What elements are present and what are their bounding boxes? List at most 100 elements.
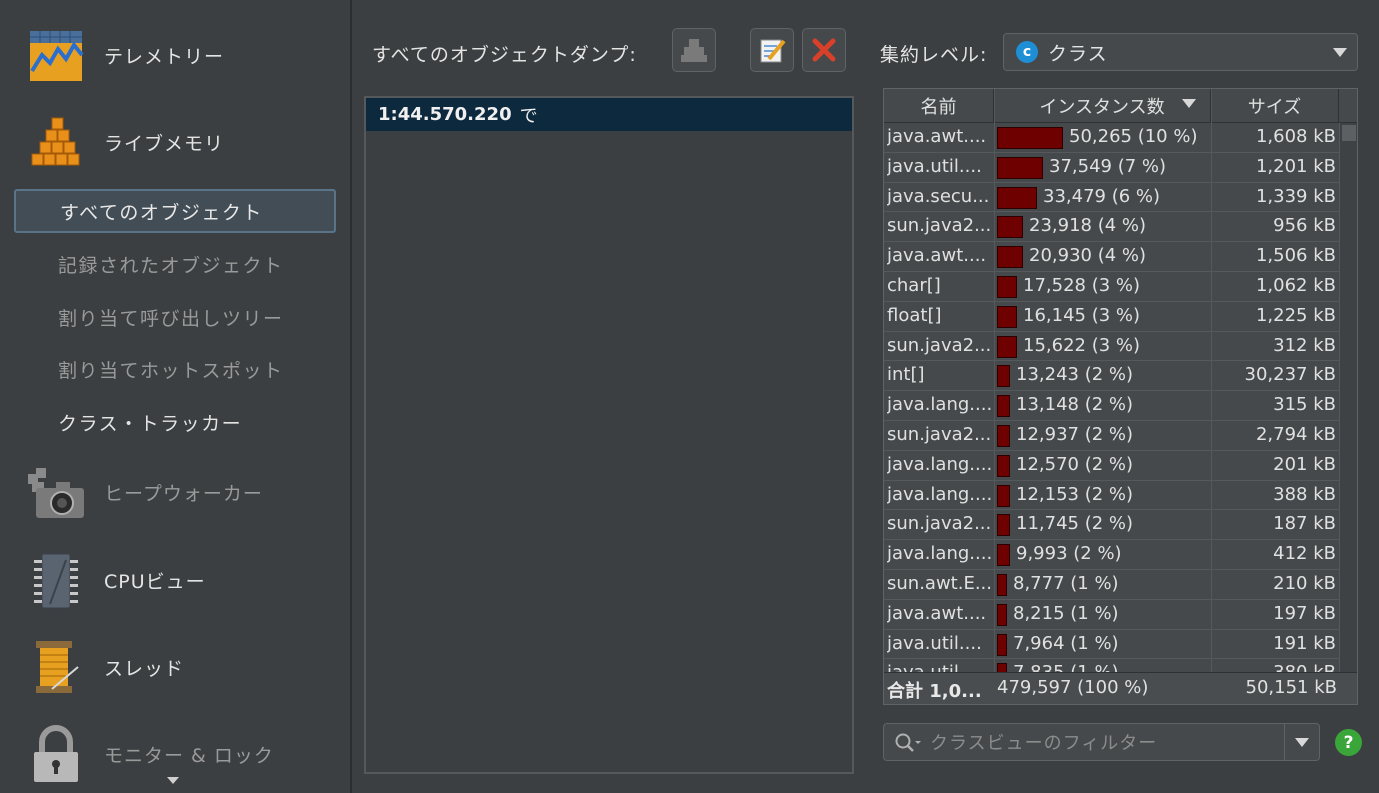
class-name: java.lang.... — [887, 453, 991, 475]
table-row[interactable]: sun.java2... 11,745 (2 %) 187 kB — [884, 510, 1339, 541]
class-table: 名前 インスタンス数 サイズ java.awt.... 50,265 (10 %)… — [883, 88, 1358, 705]
dump-list-item[interactable]: 1:44.570.220 で — [366, 98, 852, 131]
section-label: モニター & ロック — [104, 744, 274, 767]
dump-list: 1:44.570.220 で — [364, 96, 854, 774]
instance-count: 12,153 (2 %) — [1016, 483, 1134, 505]
delete-dump-button[interactable] — [802, 28, 846, 72]
instance-count: 12,570 (2 %) — [1016, 453, 1134, 475]
nav-item-all-objects[interactable]: すべてのオブジェクト — [14, 189, 336, 233]
class-name: float[] — [887, 304, 942, 326]
instance-count-bar — [997, 544, 1010, 567]
class-name: sun.java2... — [887, 513, 991, 535]
instance-count: 50,265 (10 %) — [1069, 126, 1198, 147]
class-name: java.lang.... — [887, 394, 991, 416]
heap-walker-camera-icon — [28, 468, 84, 518]
instance-size: 30,237 kB — [1244, 364, 1336, 386]
column-header-instance-count[interactable]: インスタンス数 — [994, 89, 1211, 123]
instance-count-bar — [997, 216, 1023, 239]
section-live-memory[interactable]: ライブメモリ — [0, 107, 350, 177]
scroll-more-arrow-icon[interactable] — [167, 777, 179, 784]
instance-size: 956 kB — [1273, 215, 1336, 237]
table-row[interactable]: char[] 17,528 (3 %) 1,062 kB — [884, 272, 1339, 302]
table-row[interactable]: java.lang.... 9,993 (2 %) 412 kB — [884, 540, 1339, 570]
nav-item-class-tracker[interactable]: クラス・トラッカー — [14, 400, 336, 444]
instance-count-bar — [997, 454, 1010, 477]
instance-size: 197 kB — [1273, 602, 1336, 624]
instance-count-bar — [997, 305, 1017, 328]
instance-count: 15,622 (3 %) — [1023, 334, 1141, 356]
table-row[interactable]: java.lang.... 13,148 (2 %) 315 kB — [884, 391, 1339, 421]
instance-count: 37,549 (7 %) — [1049, 155, 1167, 177]
section-heap-walker[interactable]: ヒープウォーカー — [0, 457, 350, 527]
column-header-name[interactable]: 名前 — [884, 89, 994, 123]
column-header-label: インスタンス数 — [1039, 96, 1165, 118]
class-filter-field[interactable] — [883, 723, 1320, 761]
table-body: java.awt.... 50,265 (10 %) 1,608 kB java.ut… — [884, 123, 1339, 672]
class-name: sun.java2... — [887, 334, 991, 356]
nav-item-recorded-objects[interactable]: 記録されたオブジェクト — [14, 242, 336, 286]
table-row[interactable]: java.awt.... 20,930 (4 %) 1,506 kB — [884, 242, 1339, 272]
instance-count-bar — [997, 186, 1037, 209]
instance-count: 11,745 (2 %) — [1016, 513, 1134, 535]
instance-size: 187 kB — [1273, 513, 1336, 535]
table-row[interactable]: java.awt.... 8,215 (1 %) 197 kB — [884, 600, 1339, 630]
column-header-size[interactable]: サイズ — [1211, 89, 1339, 123]
table-row[interactable]: sun.java2... 15,622 (3 %) 312 kB — [884, 332, 1339, 362]
instance-size: 388 kB — [1273, 483, 1336, 505]
table-row[interactable]: sun.awt.E... 8,777 (1 %) 210 kB — [884, 570, 1339, 600]
nav-item-allocation-call-tree[interactable]: 割り当て呼び出しツリー — [14, 295, 336, 339]
aggregation-level-select[interactable]: c クラス — [1003, 33, 1358, 71]
instance-count-bar — [997, 573, 1007, 596]
edit-note-icon — [760, 39, 786, 63]
class-name: java.util.... — [887, 155, 982, 177]
table-row[interactable]: java.util.... 7,835 (1 %) 380 kB — [884, 659, 1339, 672]
instance-size: 1,201 kB — [1255, 155, 1336, 177]
table-row[interactable]: java.secu... 33,479 (6 %) 1,339 kB — [884, 183, 1339, 213]
aggregation-value: クラス — [1048, 42, 1108, 65]
class-name: java.secu... — [887, 185, 990, 207]
table-row[interactable]: java.util.... 7,964 (1 %) 191 kB — [884, 630, 1339, 660]
instance-count: 13,243 (2 %) — [1016, 364, 1134, 386]
table-scrollbar[interactable] — [1339, 123, 1357, 672]
scrollbar-thumb[interactable] — [1342, 125, 1356, 141]
filter-input[interactable] — [928, 730, 1282, 756]
instance-count: 7,964 (1 %) — [1013, 632, 1119, 654]
section-label: ライブメモリ — [104, 132, 225, 155]
live-memory-cubes-icon — [31, 117, 80, 166]
table-row[interactable]: sun.java2... 23,918 (4 %) 956 kB — [884, 212, 1339, 243]
instance-count-bar — [997, 633, 1007, 656]
heap-dump-icon — [681, 39, 707, 62]
column-header-filler — [1339, 89, 1357, 123]
monitor-lock-padlock-icon — [34, 725, 78, 782]
class-name: java.awt.... — [887, 245, 987, 267]
table-row[interactable]: float[] 16,145 (3 %) 1,225 kB — [884, 302, 1339, 332]
section-telemetry[interactable]: テレメトリー — [0, 20, 350, 90]
telemetry-chart-icon — [30, 31, 84, 81]
instance-count: 33,479 (6 %) — [1043, 185, 1161, 207]
column-divider — [994, 89, 995, 672]
sort-descending-icon — [1182, 99, 1196, 108]
table-row[interactable]: java.lang.... 12,153 (2 %) 388 kB — [884, 481, 1339, 511]
table-row[interactable]: java.awt.... 50,265 (10 %) 1,608 kB — [884, 123, 1339, 153]
table-row[interactable]: sun.java2... 12,937 (2 %) 2,794 kB — [884, 421, 1339, 451]
nav-item-label: 割り当てホットスポット — [58, 359, 284, 382]
instance-count-bar — [997, 365, 1010, 388]
take-heap-dump-button[interactable] — [672, 28, 716, 72]
table-row[interactable]: int[] 13,243 (2 %) 30,237 kB — [884, 361, 1339, 392]
aggregation-label: 集約レベル: — [880, 44, 988, 66]
class-name: java.lang.... — [887, 483, 991, 505]
nav-item-allocation-hotspots[interactable]: 割り当てホットスポット — [14, 347, 336, 391]
instance-count-bar — [997, 663, 1007, 672]
table-row[interactable]: java.lang.... 12,570 (2 %) 201 kB — [884, 451, 1339, 481]
class-name: java.lang.... — [887, 543, 991, 565]
instance-count: 9,993 (2 %) — [1016, 543, 1122, 565]
filter-history-dropdown[interactable] — [1284, 724, 1319, 760]
section-threads[interactable]: スレッド — [0, 632, 350, 702]
instance-count-bar — [997, 484, 1010, 507]
instance-count-bar — [997, 246, 1023, 269]
edit-dump-button[interactable] — [750, 28, 794, 72]
column-header-label: サイズ — [1247, 96, 1302, 118]
table-row[interactable]: java.util.... 37,549 (7 %) 1,201 kB — [884, 153, 1339, 183]
section-cpu-views[interactable]: CPUビュー — [0, 545, 350, 615]
help-icon[interactable]: ? — [1335, 729, 1362, 756]
